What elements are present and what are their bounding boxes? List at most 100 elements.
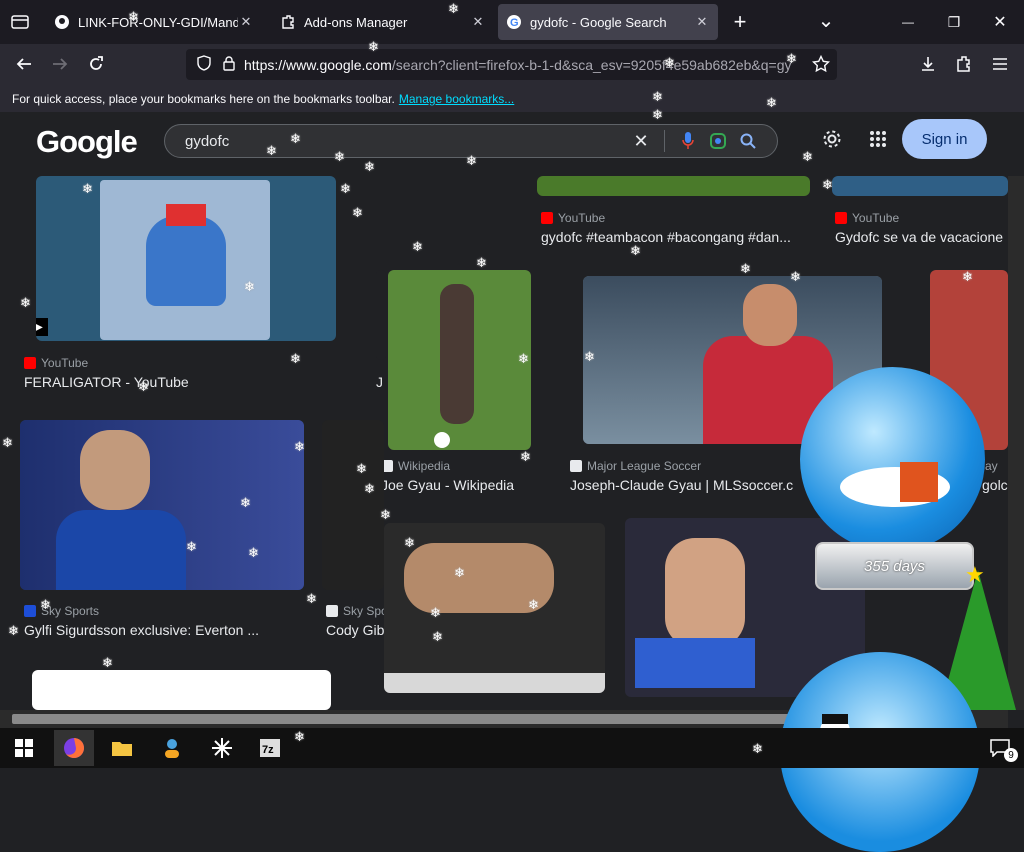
result-title[interactable]: Joe Gyau - Wikipedia <box>381 477 541 493</box>
snowflake-icon: ❄ <box>652 107 663 122</box>
lock-icon[interactable] <box>222 55 236 74</box>
result-title[interactable]: gydofc #teambacon #bacongang #dan... <box>541 229 811 245</box>
scrollbar-thumb[interactable] <box>12 714 852 724</box>
taskbar-7zip[interactable]: 7z <box>250 730 290 766</box>
reload-icon <box>90 56 103 70</box>
sign-in-button[interactable]: Sign in <box>902 119 987 159</box>
snowflake-icon: ❄ <box>2 435 13 450</box>
google-g-icon: G <box>506 14 522 30</box>
google-apps-icon[interactable] <box>864 125 892 153</box>
downloads-button[interactable] <box>914 50 942 78</box>
result-image-teambacon[interactable] <box>537 176 810 196</box>
arrow-right-icon <box>53 58 68 70</box>
tab-github[interactable]: LINK-FOR-ONLY-GDI/Mandela ✕ <box>46 4 262 40</box>
snowflake-icon: ❄ <box>364 159 375 174</box>
result-image-vacaciones[interactable] <box>832 176 1008 196</box>
snowflake-icon: ❄ <box>138 379 149 394</box>
snowflake-icon: ❄ <box>790 269 801 284</box>
tab-addons-manager[interactable]: Add-ons Manager ✕ <box>272 4 494 40</box>
minimize-button[interactable]: — <box>894 8 922 36</box>
tab-close-button[interactable]: ✕ <box>470 14 486 30</box>
bookmarks-toolbar: For quick access, place your bookmarks h… <box>0 86 1024 112</box>
snowflake-icon: ❄ <box>102 655 113 670</box>
tab-close-button[interactable]: ✕ <box>238 14 254 30</box>
firefox-view-button[interactable] <box>6 8 34 36</box>
result-image-cody[interactable] <box>322 420 384 590</box>
snowflake-icon: ❄ <box>368 39 379 54</box>
result-image-partial[interactable] <box>376 270 386 360</box>
close-window-button[interactable]: ✕ <box>986 8 1014 36</box>
github-icon <box>54 14 70 30</box>
result-image-joe-gyau[interactable] <box>388 270 531 450</box>
result-image-feraligator[interactable]: ▶ <box>36 176 336 341</box>
days-countdown-label: 355 days <box>864 557 925 575</box>
snow-globe-countdown <box>800 367 985 552</box>
url-text[interactable]: https://www.google.com/search?client=fir… <box>244 57 792 73</box>
notification-center-button[interactable]: 9 <box>980 730 1020 766</box>
gift-box <box>900 462 938 502</box>
hamburger-menu-icon <box>993 58 1007 70</box>
result-title[interactable]: Joseph-Claude Gyau | MLSsoccer.c <box>570 477 810 493</box>
manage-bookmarks-link[interactable]: Manage bookmarks... <box>399 92 514 106</box>
result-image-gylfi[interactable] <box>20 420 304 590</box>
bookmark-star-button[interactable] <box>807 50 835 78</box>
list-all-tabs-button[interactable]: ⌄ <box>812 6 840 34</box>
google-logo[interactable]: Google <box>36 124 138 160</box>
snowflake-icon: ❄ <box>432 629 443 644</box>
taskbar-firefox[interactable] <box>54 730 94 766</box>
search-input[interactable]: gydofc <box>185 133 626 150</box>
octagon-mat <box>384 673 605 693</box>
start-button[interactable] <box>4 730 44 766</box>
snowflake-icon: ❄ <box>740 261 751 276</box>
result-image-bottom-left[interactable] <box>32 670 331 710</box>
snowflake-icon: ❄ <box>630 243 641 258</box>
address-bar[interactable]: https://www.google.com/search?client=fir… <box>186 49 837 80</box>
reload-button[interactable] <box>82 50 110 78</box>
result-source: Major League Soccer <box>570 459 701 473</box>
forward-button[interactable] <box>46 50 74 78</box>
result-title[interactable]: J <box>376 374 386 390</box>
snowflake-icon: ❄ <box>248 545 259 560</box>
back-button[interactable] <box>10 50 38 78</box>
snowflake-icon: ❄ <box>584 349 595 364</box>
tab-close-button[interactable]: ✕ <box>694 14 710 30</box>
search-icon[interactable] <box>733 126 763 156</box>
microphone-icon[interactable] <box>673 126 703 156</box>
result-title[interactable]: Gydofc se va de vacacione <box>835 229 1008 245</box>
tab-google-search[interactable]: G gydofc - Google Search ✕ <box>498 4 718 40</box>
new-tab-button[interactable]: + <box>726 8 754 36</box>
tracking-protection-icon[interactable] <box>196 55 212 74</box>
result-title[interactable]: golc <box>982 477 1008 493</box>
app-menu-button[interactable] <box>986 50 1014 78</box>
snowflake-icon: ❄ <box>962 269 973 284</box>
result-title[interactable]: Gylfi Sigurdsson exclusive: Everton ... <box>24 622 304 638</box>
svg-text:G: G <box>510 17 519 29</box>
settings-gear-icon[interactable] <box>818 125 846 153</box>
snowflake-icon: ❄ <box>240 495 251 510</box>
taskbar-file-explorer[interactable] <box>102 730 142 766</box>
taskbar-app-people[interactable] <box>152 730 192 766</box>
result-source: Sky Sports <box>24 604 99 618</box>
notification-count-badge: 9 <box>1004 748 1018 762</box>
snowflake-icon: ❄ <box>454 565 465 580</box>
people-icon <box>165 739 179 758</box>
clear-search-button[interactable]: ✕ <box>626 126 656 156</box>
player-figure <box>440 284 474 424</box>
result-title[interactable]: Cody Gib <box>326 622 386 638</box>
result-title[interactable]: FERALIGATOR - YouTube <box>24 374 344 390</box>
tab-label: LINK-FOR-ONLY-GDI/Mandela <box>78 14 238 30</box>
google-lens-icon[interactable] <box>703 126 733 156</box>
result-source: Wikipedia <box>381 459 450 473</box>
restore-button[interactable]: ❐ <box>940 8 968 36</box>
taskbar-app-asterisk[interactable] <box>202 730 242 766</box>
extensions-button[interactable] <box>950 50 978 78</box>
tab-label: gydofc - Google Search <box>530 14 667 30</box>
folder-icon <box>112 742 132 756</box>
snowflake-icon: ❄ <box>528 597 539 612</box>
puzzle-icon <box>280 14 296 30</box>
snowflake-icon: ❄ <box>294 439 305 454</box>
snowflake-icon: ❄ <box>334 149 345 164</box>
snowflake-icon: ❄ <box>476 255 487 270</box>
result-image-mma[interactable] <box>384 523 605 693</box>
firefox-view-icon <box>11 15 29 29</box>
